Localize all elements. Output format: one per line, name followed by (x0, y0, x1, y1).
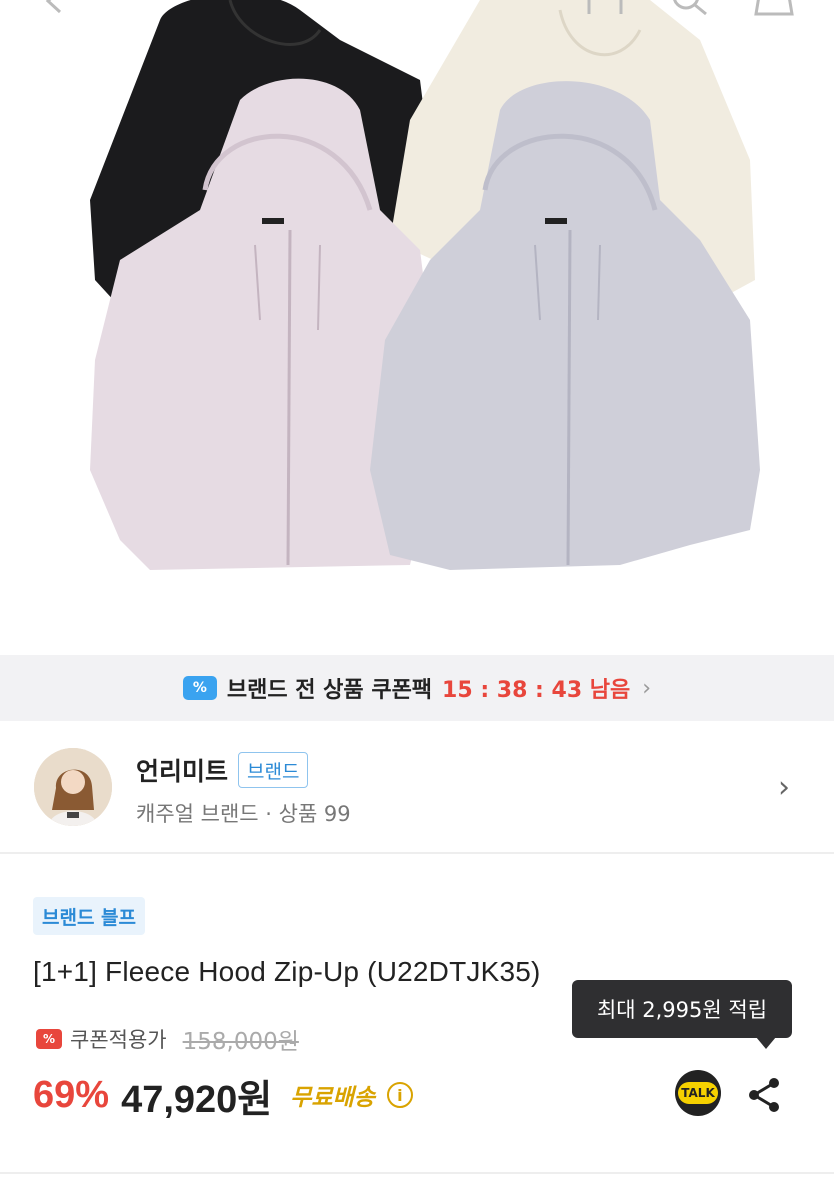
coupon-ticket-icon: % (182, 676, 217, 700)
coupon-price-label: 쿠폰적용가 (70, 1028, 167, 1052)
final-price: 47,920원 (121, 1078, 273, 1121)
brand-avatar (34, 748, 112, 826)
home-icon[interactable] (585, 0, 625, 16)
coupon-price-row: % 쿠폰적용가 158,000원 (36, 1024, 299, 1055)
coupon-countdown: 15 : 38 : 43 남음 (442, 678, 631, 703)
kakao-talk-share-icon[interactable]: TALK (675, 1070, 721, 1116)
brand-name[interactable]: 언리미트 (136, 752, 228, 788)
product-image[interactable] (0, 0, 834, 655)
cart-icon[interactable] (752, 0, 796, 16)
hoodie-illustration (90, 0, 760, 571)
free-shipping-label: 무료배송 (290, 1085, 375, 1111)
chevron-right-icon[interactable]: › (778, 770, 790, 805)
brand-category-count: 캐주얼 브랜드 · 상품 99 (136, 802, 351, 826)
back-arrow-icon[interactable] (40, 0, 70, 16)
price-row: 69% 47,920원 무료배송 i (33, 1070, 413, 1121)
info-icon[interactable]: i (386, 1082, 413, 1108)
discount-rate: 69% (33, 1073, 110, 1116)
top-toolbar (0, 0, 834, 24)
section-divider (0, 1172, 834, 1174)
chevron-right-icon: › (642, 675, 652, 701)
avatar-image (34, 748, 112, 826)
coupon-pack-banner[interactable]: % 브랜드 전 상품 쿠폰팩 15 : 38 : 43 남음 › (0, 655, 834, 721)
promo-tag: 브랜드 블프 (33, 897, 146, 935)
original-price: 158,000원 (182, 1029, 299, 1055)
brand-info-row[interactable]: 언리미트 브랜드 캐주얼 브랜드 · 상품 99 › (0, 722, 834, 854)
brand-badge: 브랜드 (238, 752, 309, 788)
search-icon[interactable] (670, 0, 710, 16)
share-icon[interactable] (746, 1076, 782, 1114)
tooltip-arrow (756, 1037, 776, 1049)
coupon-icon: % (36, 1029, 62, 1049)
coupon-pack-text: 브랜드 전 상품 쿠폰팩 (226, 678, 433, 703)
points-tooltip: 최대 2,995원 적립 (572, 980, 792, 1038)
product-title: [1+1] Fleece Hood Zip-Up (U22DTJK35) (33, 956, 541, 987)
